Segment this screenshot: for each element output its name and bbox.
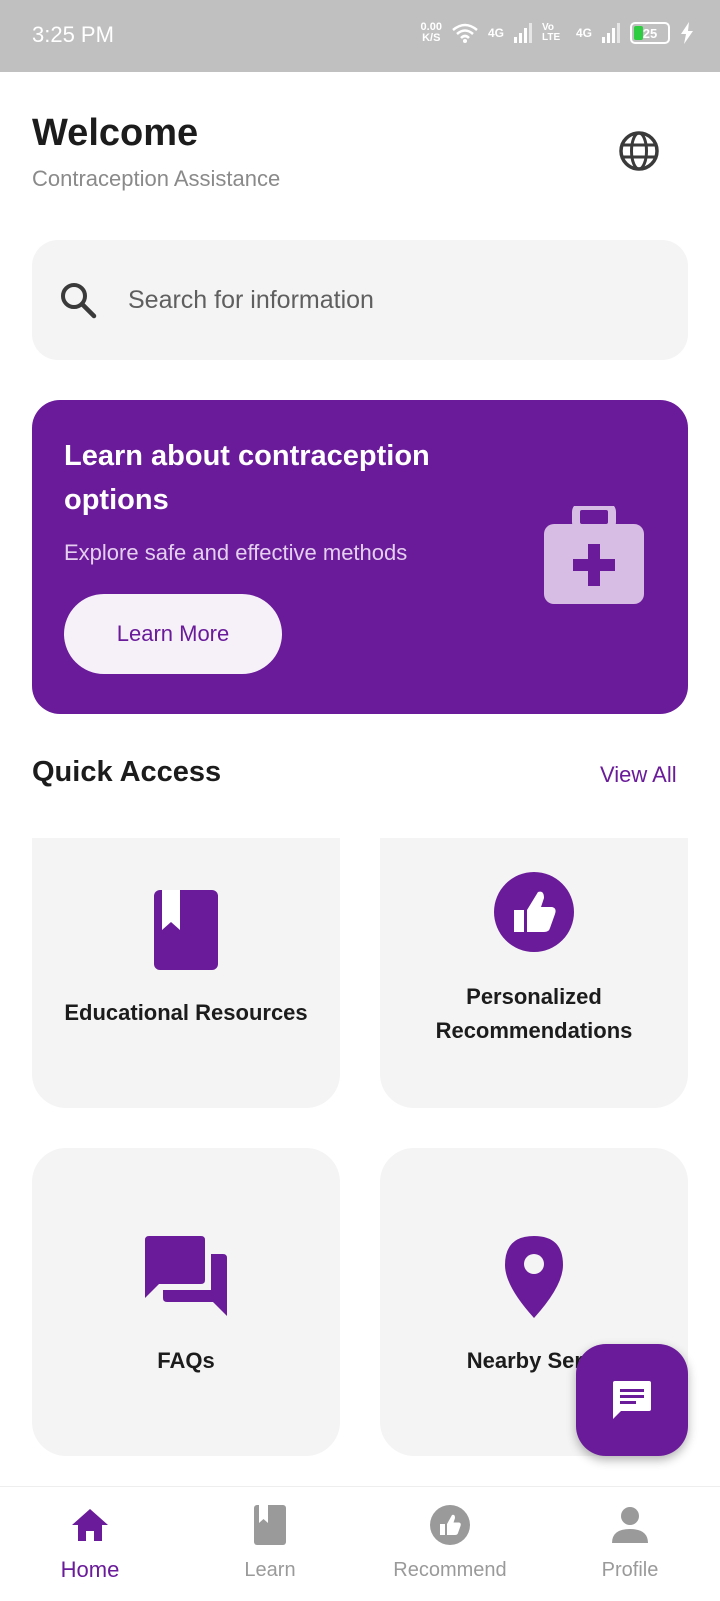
search-icon bbox=[61, 283, 97, 319]
globe-icon[interactable] bbox=[618, 130, 660, 172]
chat-fab-button[interactable] bbox=[576, 1344, 688, 1456]
person-icon bbox=[612, 1507, 648, 1543]
wifi-icon bbox=[452, 23, 478, 43]
quick-access-title: Quick Access bbox=[32, 756, 222, 788]
search-input[interactable]: Search for information bbox=[128, 286, 374, 315]
nav-label: Profile bbox=[601, 1559, 659, 1581]
card-label: Personalized Recommendations bbox=[435, 984, 633, 1043]
banner-title: Learn about contraception options bbox=[64, 440, 430, 516]
charging-icon bbox=[681, 22, 693, 44]
nav-item-home[interactable]: Home bbox=[0, 1487, 180, 1601]
battery-icon: 25 bbox=[630, 22, 670, 44]
chat-bubbles-icon bbox=[145, 1236, 227, 1316]
bottom-nav: Home Learn Recommend Profile bbox=[0, 1486, 720, 1600]
chat-icon bbox=[613, 1381, 651, 1419]
medical-kit-icon bbox=[544, 506, 644, 604]
book-icon bbox=[154, 890, 218, 970]
network-4g-label-2: 4G bbox=[575, 26, 592, 40]
signal-icon bbox=[513, 23, 532, 43]
card-educational-resources[interactable]: Educational Resources bbox=[32, 838, 340, 1108]
battery-level: 25 bbox=[642, 25, 658, 41]
nav-item-recommend[interactable]: Recommend bbox=[360, 1487, 540, 1601]
status-icons: 0.00 K/S 4G Vo LTE 4G 25 bbox=[421, 22, 694, 44]
view-all-link[interactable]: View All bbox=[600, 762, 677, 788]
banner-subtitle: Explore safe and effective methods bbox=[64, 540, 408, 565]
location-pin-icon bbox=[505, 1236, 563, 1318]
nav-item-profile[interactable]: Profile bbox=[540, 1487, 720, 1601]
card-faqs[interactable]: FAQs bbox=[32, 1148, 340, 1456]
book-icon bbox=[254, 1505, 286, 1545]
nav-label: Recommend bbox=[393, 1559, 507, 1581]
thumbs-up-icon bbox=[430, 1505, 470, 1545]
volte-label: Vo LTE bbox=[541, 22, 561, 43]
nav-item-learn[interactable]: Learn bbox=[180, 1487, 360, 1601]
home-icon bbox=[72, 1509, 108, 1541]
card-label: FAQs bbox=[157, 1348, 215, 1373]
card-personalized-recommendations[interactable]: Personalized Recommendations bbox=[380, 838, 688, 1108]
status-time: 3:25 PM bbox=[32, 22, 114, 47]
signal-icon-2 bbox=[602, 23, 620, 43]
thumbs-up-icon bbox=[494, 872, 574, 952]
learn-more-button[interactable]: Learn More bbox=[64, 594, 282, 674]
promo-banner: Learn about contraception options Explor… bbox=[32, 400, 688, 714]
network-speed: 0.00 K/S bbox=[420, 21, 442, 44]
card-label: Educational Resources bbox=[64, 1000, 308, 1025]
page-subtitle: Contraception Assistance bbox=[32, 166, 281, 191]
status-bar: 3:25 PM 0.00 K/S 4G Vo LTE 4G 25 bbox=[0, 0, 720, 72]
search-bar[interactable]: Search for information bbox=[32, 240, 688, 360]
network-4g-label: 4G bbox=[487, 26, 504, 40]
nav-label: Home bbox=[60, 1557, 120, 1582]
page-title: Welcome bbox=[32, 112, 199, 154]
nav-label: Learn bbox=[244, 1559, 296, 1581]
